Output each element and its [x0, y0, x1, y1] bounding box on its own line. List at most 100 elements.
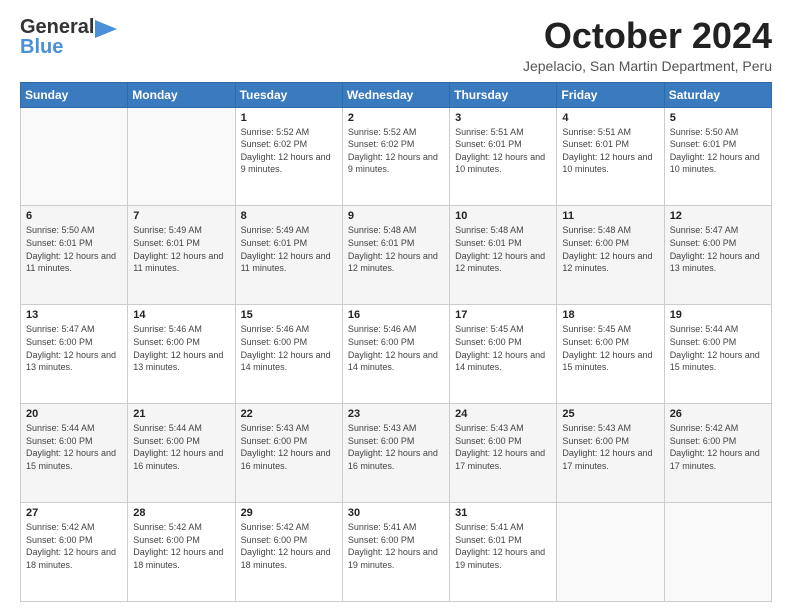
calendar-cell: 27 Sunrise: 5:42 AM Sunset: 6:00 PM Dayli… [21, 503, 128, 602]
logo: General Blue [20, 16, 117, 57]
calendar-header-thursday: Thursday [450, 82, 557, 107]
title-block: October 2024 Jepelacio, San Martin Depar… [523, 16, 772, 74]
day-info: Sunrise: 5:47 AM Sunset: 6:00 PM Dayligh… [26, 323, 122, 373]
day-info: Sunrise: 5:41 AM Sunset: 6:01 PM Dayligh… [455, 521, 551, 571]
logo-arrow-icon [95, 20, 117, 38]
calendar-cell: 3 Sunrise: 5:51 AM Sunset: 6:01 PM Daylig… [450, 107, 557, 206]
day-info: Sunrise: 5:43 AM Sunset: 6:00 PM Dayligh… [241, 422, 337, 472]
calendar-week-1: 1 Sunrise: 5:52 AM Sunset: 6:02 PM Daylig… [21, 107, 772, 206]
calendar-cell: 13 Sunrise: 5:47 AM Sunset: 6:00 PM Dayli… [21, 305, 128, 404]
calendar-header-tuesday: Tuesday [235, 82, 342, 107]
calendar-cell [664, 503, 771, 602]
day-info: Sunrise: 5:44 AM Sunset: 6:00 PM Dayligh… [133, 422, 229, 472]
calendar-header-wednesday: Wednesday [342, 82, 449, 107]
day-info: Sunrise: 5:43 AM Sunset: 6:00 PM Dayligh… [348, 422, 444, 472]
day-info: Sunrise: 5:46 AM Sunset: 6:00 PM Dayligh… [241, 323, 337, 373]
day-number: 30 [348, 507, 444, 519]
calendar-cell: 25 Sunrise: 5:43 AM Sunset: 6:00 PM Dayli… [557, 404, 664, 503]
day-info: Sunrise: 5:50 AM Sunset: 6:01 PM Dayligh… [670, 126, 766, 176]
day-number: 23 [348, 408, 444, 420]
page: General Blue October 2024 Jepelacio, San… [0, 0, 792, 612]
day-info: Sunrise: 5:48 AM Sunset: 6:01 PM Dayligh… [455, 224, 551, 274]
calendar-cell: 18 Sunrise: 5:45 AM Sunset: 6:00 PM Dayli… [557, 305, 664, 404]
day-info: Sunrise: 5:52 AM Sunset: 6:02 PM Dayligh… [241, 126, 337, 176]
calendar-header-friday: Friday [557, 82, 664, 107]
calendar-cell: 23 Sunrise: 5:43 AM Sunset: 6:00 PM Dayli… [342, 404, 449, 503]
month-title: October 2024 [523, 16, 772, 56]
calendar-cell [557, 503, 664, 602]
day-number: 2 [348, 112, 444, 124]
day-number: 3 [455, 112, 551, 124]
day-number: 17 [455, 309, 551, 321]
day-number: 18 [562, 309, 658, 321]
day-number: 9 [348, 210, 444, 222]
calendar-cell: 2Sunrise: 5:52 AM Sunset: 6:02 PM Daylig… [342, 107, 449, 206]
calendar-cell: 16Sunrise: 5:46 AM Sunset: 6:00 PM Dayli… [342, 305, 449, 404]
calendar-cell: 31 Sunrise: 5:41 AM Sunset: 6:01 PM Dayli… [450, 503, 557, 602]
day-number: 14 [133, 309, 229, 321]
day-info: Sunrise: 5:48 AM Sunset: 6:00 PM Dayligh… [562, 224, 658, 274]
calendar-cell: 7 Sunrise: 5:49 AM Sunset: 6:01 PM Daylig… [128, 206, 235, 305]
calendar-cell: 6 Sunrise: 5:50 AM Sunset: 6:01 PM Daylig… [21, 206, 128, 305]
day-info: Sunrise: 5:42 AM Sunset: 6:00 PM Dayligh… [133, 521, 229, 571]
day-number: 11 [562, 210, 658, 222]
day-info: Sunrise: 5:47 AM Sunset: 6:00 PM Dayligh… [670, 224, 766, 274]
calendar-table: SundayMondayTuesdayWednesdayThursdayFrid… [20, 82, 772, 602]
calendar-cell: 14 Sunrise: 5:46 AM Sunset: 6:00 PM Dayli… [128, 305, 235, 404]
day-number: 31 [455, 507, 551, 519]
location: Jepelacio, San Martin Department, Peru [523, 58, 772, 74]
day-info: Sunrise: 5:46 AM Sunset: 6:00 PM Dayligh… [133, 323, 229, 373]
calendar-header-sunday: Sunday [21, 82, 128, 107]
day-number: 22 [241, 408, 337, 420]
calendar-week-3: 13 Sunrise: 5:47 AM Sunset: 6:00 PM Dayli… [21, 305, 772, 404]
day-info: Sunrise: 5:43 AM Sunset: 6:00 PM Dayligh… [455, 422, 551, 472]
calendar-cell: 28Sunrise: 5:42 AM Sunset: 6:00 PM Dayli… [128, 503, 235, 602]
day-number: 10 [455, 210, 551, 222]
calendar-week-2: 6 Sunrise: 5:50 AM Sunset: 6:01 PM Daylig… [21, 206, 772, 305]
day-number: 24 [455, 408, 551, 420]
calendar-cell: 1 Sunrise: 5:52 AM Sunset: 6:02 PM Daylig… [235, 107, 342, 206]
day-number: 13 [26, 309, 122, 321]
calendar-cell: 17 Sunrise: 5:45 AM Sunset: 6:00 PM Dayli… [450, 305, 557, 404]
day-number: 1 [241, 112, 337, 124]
calendar-cell: 21 Sunrise: 5:44 AM Sunset: 6:00 PM Dayli… [128, 404, 235, 503]
calendar-header-row: SundayMondayTuesdayWednesdayThursdayFrid… [21, 82, 772, 107]
day-info: Sunrise: 5:48 AM Sunset: 6:01 PM Dayligh… [348, 224, 444, 274]
day-info: Sunrise: 5:49 AM Sunset: 6:01 PM Dayligh… [133, 224, 229, 274]
day-info: Sunrise: 5:43 AM Sunset: 6:00 PM Dayligh… [562, 422, 658, 472]
calendar-header-monday: Monday [128, 82, 235, 107]
calendar-cell: 9 Sunrise: 5:48 AM Sunset: 6:01 PM Daylig… [342, 206, 449, 305]
day-info: Sunrise: 5:45 AM Sunset: 6:00 PM Dayligh… [562, 323, 658, 373]
day-number: 5 [670, 112, 766, 124]
calendar-cell [128, 107, 235, 206]
calendar-cell: 24 Sunrise: 5:43 AM Sunset: 6:00 PM Dayli… [450, 404, 557, 503]
calendar-week-4: 20 Sunrise: 5:44 AM Sunset: 6:00 PM Dayli… [21, 404, 772, 503]
calendar-cell [21, 107, 128, 206]
day-number: 15 [241, 309, 337, 321]
day-number: 27 [26, 507, 122, 519]
calendar-cell: 8Sunrise: 5:49 AM Sunset: 6:01 PM Daylig… [235, 206, 342, 305]
calendar-cell: 12Sunrise: 5:47 AM Sunset: 6:00 PM Dayli… [664, 206, 771, 305]
day-info: Sunrise: 5:44 AM Sunset: 6:00 PM Dayligh… [670, 323, 766, 373]
logo-line2: Blue [20, 37, 63, 57]
calendar-cell: 30Sunrise: 5:41 AM Sunset: 6:00 PM Dayli… [342, 503, 449, 602]
day-number: 26 [670, 408, 766, 420]
calendar-header-saturday: Saturday [664, 82, 771, 107]
day-info: Sunrise: 5:49 AM Sunset: 6:01 PM Dayligh… [241, 224, 337, 274]
calendar-cell: 26Sunrise: 5:42 AM Sunset: 6:00 PM Dayli… [664, 404, 771, 503]
day-number: 4 [562, 112, 658, 124]
day-number: 19 [670, 309, 766, 321]
day-number: 16 [348, 309, 444, 321]
day-number: 25 [562, 408, 658, 420]
calendar-cell: 19 Sunrise: 5:44 AM Sunset: 6:00 PM Dayli… [664, 305, 771, 404]
day-info: Sunrise: 5:51 AM Sunset: 6:01 PM Dayligh… [455, 126, 551, 176]
day-info: Sunrise: 5:50 AM Sunset: 6:01 PM Dayligh… [26, 224, 122, 274]
day-number: 29 [241, 507, 337, 519]
day-number: 7 [133, 210, 229, 222]
day-number: 21 [133, 408, 229, 420]
day-number: 20 [26, 408, 122, 420]
day-info: Sunrise: 5:45 AM Sunset: 6:00 PM Dayligh… [455, 323, 551, 373]
day-number: 6 [26, 210, 122, 222]
calendar-cell: 20Sunrise: 5:44 AM Sunset: 6:00 PM Dayli… [21, 404, 128, 503]
day-info: Sunrise: 5:42 AM Sunset: 6:00 PM Dayligh… [26, 521, 122, 571]
